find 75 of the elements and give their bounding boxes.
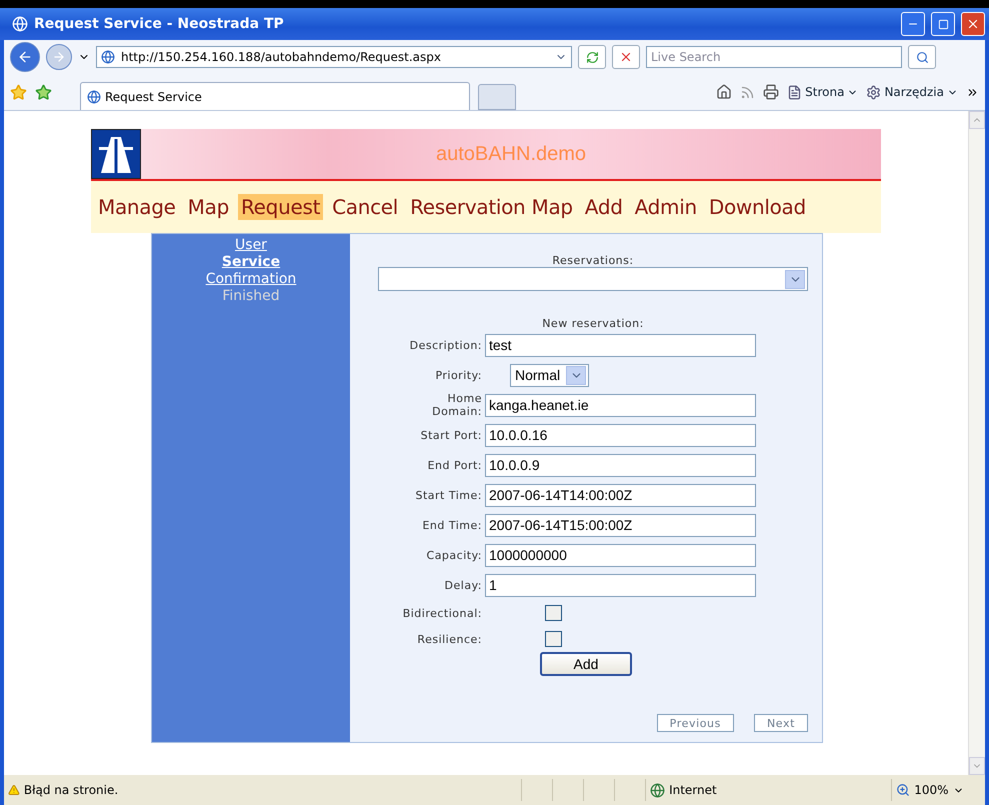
maximize-icon [938, 18, 948, 30]
forward-arrow-icon [52, 50, 66, 64]
status-message: Błąd na stronie. [24, 783, 120, 797]
input-field[interactable]: kanga.heanet.ie [485, 394, 756, 416]
step-link[interactable]: Service [222, 254, 280, 271]
print-icon[interactable] [763, 84, 780, 100]
window-title: Request Service - Neostrada TP [34, 16, 285, 32]
close-icon [966, 17, 980, 31]
priority-dropdown[interactable]: Normal [510, 364, 590, 386]
reservations-dropdown[interactable] [378, 267, 808, 291]
nav-link[interactable]: Cancel [329, 194, 402, 220]
input-field[interactable]: 10.0.0.16 [485, 424, 756, 446]
search-icon [916, 50, 928, 64]
nav-link[interactable]: Admin [632, 194, 700, 220]
globe-icon [650, 782, 666, 798]
minimize-button[interactable] [901, 12, 925, 36]
nav-link[interactable]: Manage [95, 194, 179, 220]
nav-link[interactable]: Map [184, 194, 232, 220]
input-field[interactable]: 10.0.0.9 [485, 454, 756, 476]
input-field[interactable]: 2007-06-14T14:00:00Z [485, 484, 756, 506]
next-button[interactable]: Next [754, 714, 808, 732]
field-label: Bidirectional: [402, 606, 482, 620]
scrollbar[interactable] [968, 111, 985, 775]
checkbox[interactable] [545, 605, 562, 621]
field-label: Home Domain: [431, 392, 482, 418]
input-field[interactable]: 2007-06-14T15:00:00Z [485, 514, 756, 536]
warning-icon[interactable] [8, 783, 20, 797]
zoom-level[interactable]: 100% [914, 783, 949, 797]
step-text: Finished [222, 288, 280, 305]
add-button[interactable]: Add [540, 652, 632, 676]
nav-link[interactable]: Add [582, 194, 626, 220]
add-favorite-icon[interactable] [35, 84, 52, 100]
input-field[interactable]: test [485, 334, 756, 356]
toolbar-menu[interactable]: Strona [787, 84, 858, 100]
browser-tab[interactable]: Request Service [80, 82, 470, 110]
field-label: Delay: [444, 578, 482, 592]
site-title: autoBAHN.demo [434, 142, 588, 166]
field-label: End Time: [421, 518, 482, 532]
field-label: Start Port: [420, 428, 482, 442]
input-field[interactable]: 1 [485, 574, 756, 596]
home-icon[interactable] [716, 84, 732, 100]
search-button[interactable] [908, 45, 936, 69]
field-label: Resilience: [416, 632, 482, 646]
nav-link[interactable]: Reservation Map [407, 194, 576, 220]
close-button[interactable] [961, 12, 985, 36]
browser-logo-icon [12, 16, 28, 32]
address-field[interactable]: http://150.254.160.188/autobahndemo/Request.aspx [96, 46, 572, 68]
field-label: Capacity: [426, 548, 482, 562]
refresh-button[interactable] [578, 45, 606, 69]
zone-label: Internet [669, 783, 717, 797]
back-button[interactable] [10, 42, 40, 72]
search-field[interactable]: Live Search [646, 46, 902, 68]
field-label: Start Time: [414, 488, 482, 502]
field-label: Reservations: [552, 254, 634, 267]
feed-icon[interactable] [740, 84, 756, 100]
section-title: New reservation: [542, 317, 644, 330]
motorway-logo-icon [91, 129, 141, 179]
close-icon [619, 50, 633, 64]
field-label: Priority: [434, 368, 482, 382]
previous-button[interactable]: Previous [656, 714, 734, 732]
field-label: End Port: [426, 458, 482, 472]
field-label: Description: [408, 338, 482, 352]
zoom-icon[interactable] [896, 783, 910, 797]
step-link[interactable]: User [235, 237, 267, 254]
refresh-icon [586, 50, 598, 64]
toolbar-menu[interactable]: Narzędzia [866, 84, 958, 100]
input-field[interactable]: 1000000000 [485, 544, 756, 566]
stop-button[interactable] [612, 45, 640, 69]
step-link[interactable]: Confirmation [206, 271, 296, 288]
checkbox[interactable] [545, 631, 562, 647]
forward-button[interactable] [46, 44, 72, 70]
gear-icon [866, 84, 882, 100]
nav-link[interactable]: Request [238, 194, 324, 220]
maximize-button[interactable] [931, 12, 955, 36]
nav-link[interactable]: Download [706, 194, 809, 220]
